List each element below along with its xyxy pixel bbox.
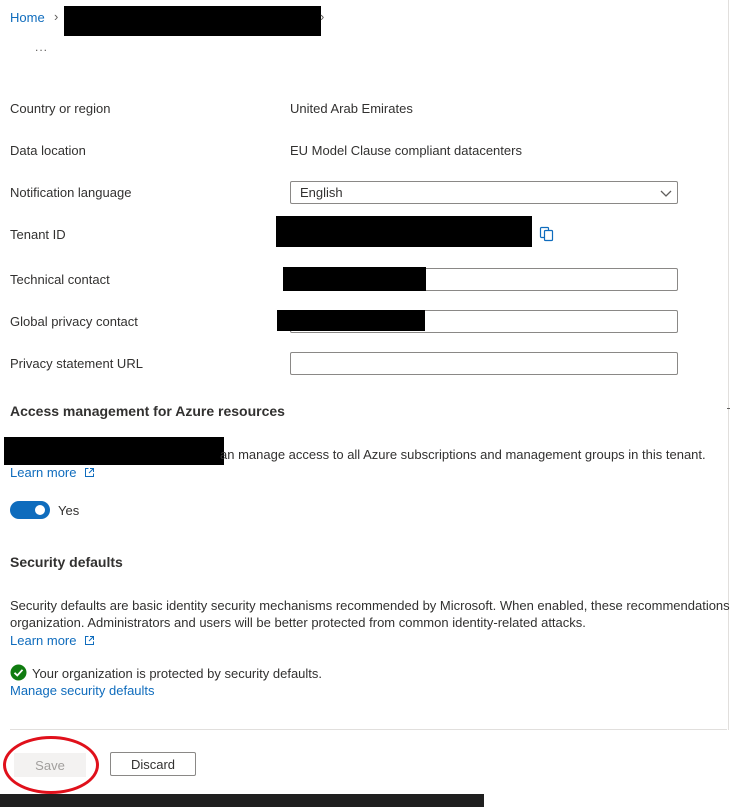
breadcrumb-separator-icon: › — [320, 9, 325, 24]
redacted-technical-contact — [283, 267, 426, 291]
redacted-tenant-id — [276, 216, 532, 247]
notification-language-label: Notification language — [10, 185, 132, 200]
notification-language-value: English — [300, 185, 343, 200]
success-check-icon — [10, 664, 27, 681]
copy-icon[interactable] — [539, 226, 554, 242]
security-defaults-heading: Security defaults — [10, 554, 123, 570]
data-location-label: Data location — [10, 143, 86, 158]
security-learn-more-label: Learn more — [10, 633, 77, 648]
scrollbar-tick — [727, 408, 730, 409]
notification-language-dropdown[interactable]: English — [290, 181, 678, 204]
manage-security-defaults-link[interactable]: Manage security defaults — [10, 683, 155, 698]
access-management-description: an manage access to all Azure subscripti… — [220, 447, 706, 462]
breadcrumb: Home › › — [10, 6, 340, 36]
access-management-toggle[interactable] — [10, 501, 50, 519]
global-privacy-contact-label: Global privacy contact — [10, 314, 138, 329]
access-learn-more-link[interactable]: Learn more — [10, 465, 95, 480]
access-learn-more-label: Learn more — [10, 465, 77, 480]
external-link-icon — [85, 468, 95, 477]
chevron-down-icon — [660, 190, 672, 197]
security-defaults-status: Your organization is protected by securi… — [32, 666, 323, 681]
security-defaults-description-line1: Security defaults are basic identity sec… — [10, 598, 730, 613]
redacted-global-privacy-contact — [277, 310, 425, 331]
dark-taskbar-strip — [0, 794, 484, 807]
breadcrumb-separator-icon: › — [54, 9, 59, 24]
more-options-icon[interactable]: ... — [35, 40, 48, 54]
external-link-icon — [85, 636, 95, 645]
discard-button[interactable]: Discard — [110, 752, 196, 776]
redacted-access-description — [4, 437, 224, 465]
country-label: Country or region — [10, 101, 111, 116]
technical-contact-label: Technical contact — [10, 272, 110, 287]
privacy-statement-label: Privacy statement URL — [10, 356, 143, 371]
scrollbar-track[interactable] — [728, 0, 729, 730]
security-learn-more-link[interactable]: Learn more — [10, 633, 95, 648]
footer-divider — [10, 729, 727, 730]
country-value: United Arab Emirates — [290, 101, 413, 116]
breadcrumb-home-link[interactable]: Home — [10, 10, 45, 25]
annotation-circle — [3, 736, 99, 794]
privacy-statement-input[interactable] — [290, 352, 678, 375]
tenant-id-label: Tenant ID — [10, 227, 66, 242]
access-management-heading: Access management for Azure resources — [10, 403, 285, 419]
toggle-thumb — [35, 505, 45, 515]
toggle-label: Yes — [58, 503, 80, 518]
data-location-value: EU Model Clause compliant datacenters — [290, 143, 522, 158]
security-defaults-description-line2: organization. Administrators and users w… — [10, 615, 586, 630]
redacted-breadcrumb-item — [64, 6, 321, 36]
